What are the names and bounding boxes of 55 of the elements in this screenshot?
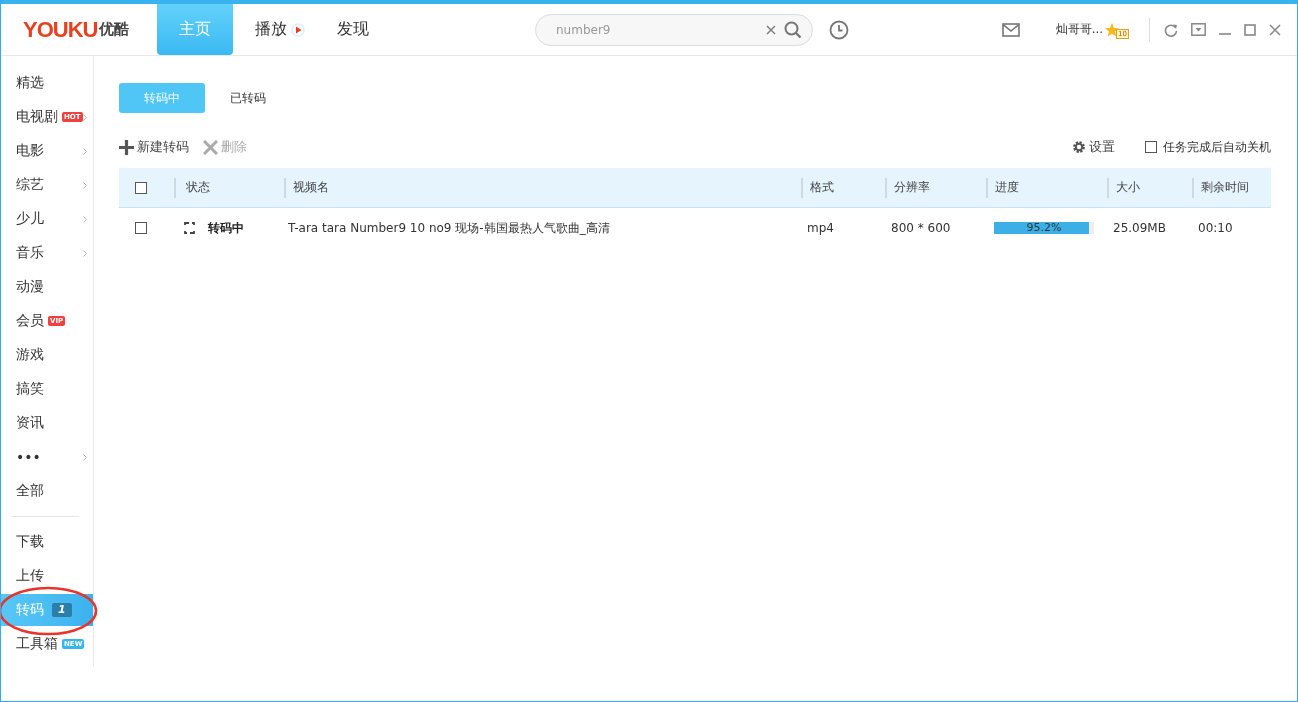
sidebar-item[interactable]: 少儿: [1, 202, 93, 236]
sidebar-item[interactable]: 游戏: [1, 338, 93, 372]
sidebar-item[interactable]: 资讯: [1, 406, 93, 440]
gear-icon: [1072, 140, 1086, 154]
logo-name: 优酷: [99, 20, 130, 39]
settings-button[interactable]: 设置: [1072, 138, 1115, 156]
checkbox[interactable]: [135, 181, 147, 194]
sidebar-item[interactable]: 上传: [1, 559, 93, 593]
column-header: 格式: [801, 177, 885, 198]
sidebar-item[interactable]: 电影: [1, 134, 93, 168]
progress-text: 95.2%: [1025, 221, 1063, 234]
tab[interactable]: 已转码: [205, 83, 291, 113]
sidebar-item[interactable]: 转码 1: [1, 594, 93, 626]
column-header: 进度: [986, 177, 1107, 198]
sidebar-item[interactable]: 音乐: [1, 236, 93, 270]
status-text: 转码中: [208, 219, 244, 237]
column-header: 大小: [1107, 177, 1192, 198]
column-header: 剩余时间: [1192, 177, 1270, 198]
column-header: 分辨率: [885, 177, 986, 198]
sidebar-item[interactable]: 综艺: [1, 168, 93, 202]
column-header: 视频名: [284, 177, 801, 198]
sidebar-item[interactable]: 下载: [1, 525, 93, 559]
table-cell-text: 800 * 600: [890, 220, 952, 237]
search-icon[interactable]: [784, 20, 802, 39]
checkbox[interactable]: [1145, 141, 1157, 153]
table-cell-text: 25.09MB: [1112, 220, 1167, 237]
sidebar-item[interactable]: •••: [1, 440, 93, 474]
star-icon: [1104, 21, 1121, 38]
transcode-icon: [184, 222, 195, 234]
sidebar-item[interactable]: 搞笑: [1, 372, 93, 406]
column-header: 状态: [174, 177, 284, 198]
table-cell-text: T-ara tara Number9 10 no9 现场-韩国最热人气歌曲_高清: [287, 219, 611, 237]
cross-icon: [203, 139, 218, 155]
refresh-icon[interactable]: [1164, 22, 1178, 37]
nav-tab[interactable]: 播放: [239, 4, 321, 55]
close-icon[interactable]: [1269, 23, 1281, 36]
sidebar-item[interactable]: 动漫: [1, 270, 93, 304]
table-cell-text: 00:10: [1197, 220, 1234, 237]
nav-tab[interactable]: 发现: [321, 4, 385, 55]
maximize-icon[interactable]: [1244, 23, 1256, 36]
sidebar-item[interactable]: 精选: [1, 66, 93, 100]
play-icon: [291, 22, 305, 37]
checkbox-label: 任务完成后自动关机: [1163, 138, 1271, 156]
logo-wordmark: YOUKU: [23, 16, 98, 43]
user-name[interactable]: 灿哥哥...: [1055, 21, 1104, 38]
dropdown-icon[interactable]: [1191, 23, 1206, 36]
plus-icon: [119, 139, 134, 155]
table-cell-text: mp4: [806, 220, 835, 237]
sidebar-item[interactable]: 全部: [1, 474, 93, 508]
checkbox[interactable]: [135, 222, 147, 234]
mail-icon[interactable]: [1001, 22, 1020, 37]
clear-icon[interactable]: [766, 24, 776, 35]
count-badge: 1: [52, 603, 72, 617]
clock-icon[interactable]: [829, 19, 849, 40]
new-transcode-button[interactable]: 新建转码: [119, 138, 189, 156]
